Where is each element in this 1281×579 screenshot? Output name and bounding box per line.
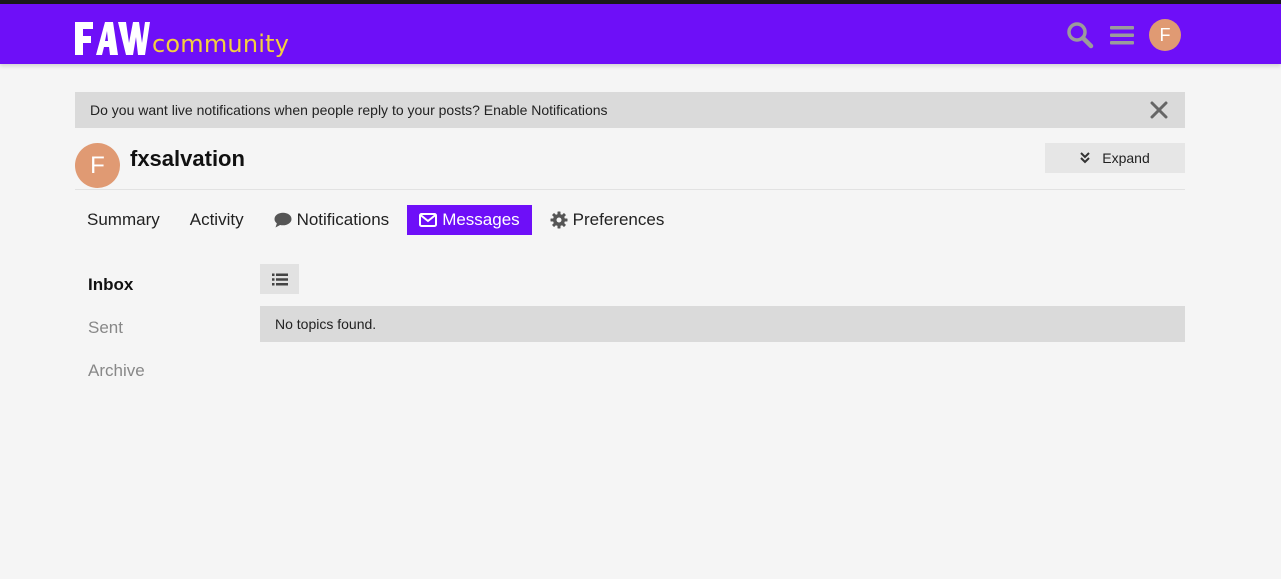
tab-label: Activity — [189, 210, 244, 229]
tab-notifications[interactable]: Notifications — [262, 205, 402, 235]
tab-summary[interactable]: Summary — [75, 205, 172, 235]
sidebar-item-sent[interactable]: Sent — [88, 313, 238, 356]
tab-preferences[interactable]: Preferences — [538, 205, 677, 235]
current-user-avatar[interactable]: F — [1149, 19, 1181, 51]
hamburger-menu-icon — [1110, 26, 1134, 45]
notice-close-button[interactable] — [1150, 101, 1168, 119]
comment-icon — [274, 212, 292, 228]
search-icon — [1067, 22, 1094, 49]
tab-label: Preferences — [572, 210, 665, 229]
user-profile-header: F fxsalvation Expand — [75, 143, 1185, 190]
tab-activity[interactable]: Activity — [178, 205, 256, 235]
messages-sidebar: Inbox Sent Archive — [88, 270, 238, 399]
gear-icon — [550, 211, 568, 229]
search-button[interactable] — [1065, 20, 1095, 50]
chevrons-down-icon — [1080, 152, 1090, 164]
empty-state-text: No topics found. — [275, 316, 377, 332]
menu-button[interactable] — [1107, 20, 1137, 50]
close-icon — [1150, 101, 1168, 119]
sidebar-item-archive[interactable]: Archive — [88, 356, 238, 399]
header-icons: F — [1053, 19, 1181, 51]
logo-wordmark: community — [152, 30, 290, 58]
user-avatar: F — [75, 143, 120, 188]
tab-label: Messages — [442, 210, 520, 229]
expand-button[interactable]: Expand — [1045, 143, 1185, 173]
expand-label: Expand — [1102, 150, 1150, 166]
tab-messages[interactable]: Messages — [407, 205, 532, 235]
site-logo[interactable]: community — [74, 11, 289, 57]
notification-banner: Do you want live notifications when peop… — [75, 92, 1185, 128]
username: fxsalvation — [130, 146, 245, 171]
sidebar-item-inbox[interactable]: Inbox — [88, 270, 238, 313]
list-icon — [271, 273, 288, 285]
faw-logo-mark-icon — [75, 22, 150, 55]
envelope-icon — [419, 213, 438, 227]
site-header: community F — [0, 4, 1281, 64]
tab-label: Notifications — [296, 210, 390, 229]
user-nav-tabs: Summary Activity Notifications Messages — [75, 205, 682, 235]
tab-label: Summary — [87, 210, 160, 229]
notification-banner-text[interactable]: Do you want live notifications when peop… — [90, 102, 608, 118]
bulk-select-toggle-button[interactable] — [260, 264, 299, 294]
empty-state: No topics found. — [260, 306, 1185, 342]
